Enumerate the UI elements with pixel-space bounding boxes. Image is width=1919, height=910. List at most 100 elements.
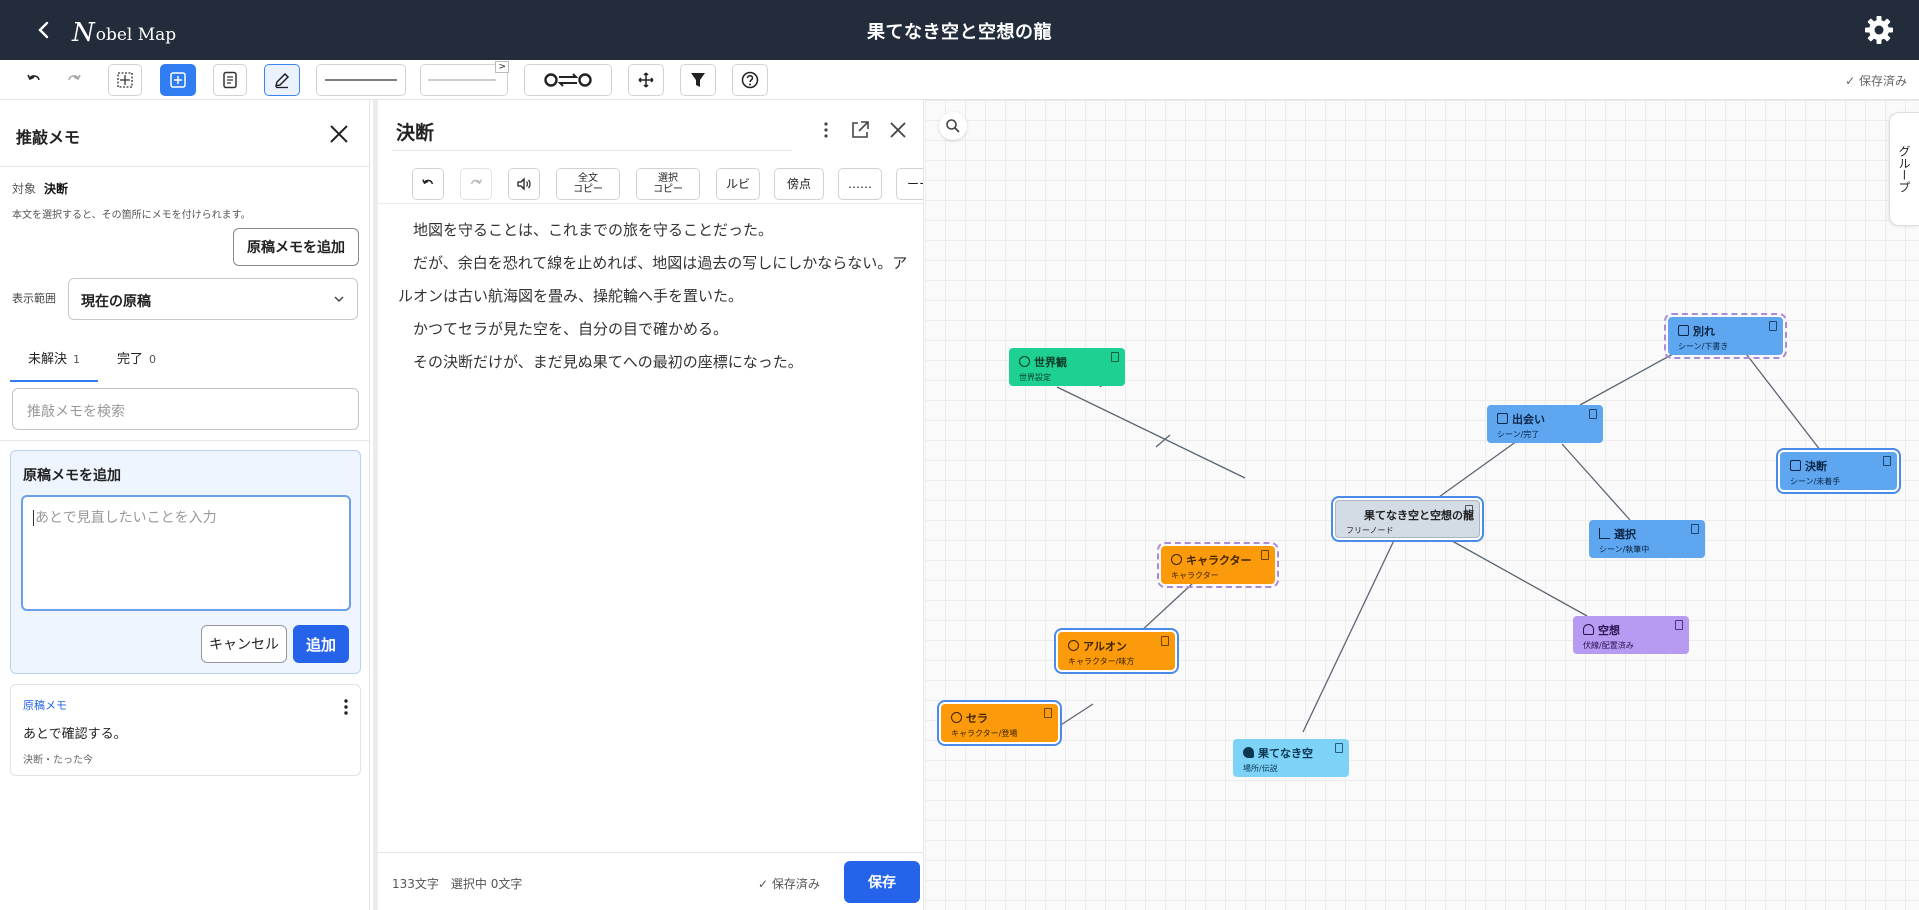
node-title: 空想 xyxy=(1583,622,1620,638)
add-manuscript-memo-button[interactable]: 原稿メモを追加 xyxy=(233,228,359,266)
save-status-text: 保存済み xyxy=(1858,74,1907,88)
note-icon xyxy=(1883,456,1891,466)
redo-button[interactable] xyxy=(58,64,90,96)
emphasis-dots-button[interactable]: 傍点 xyxy=(774,168,824,200)
node-subtitle: 伏線/配置済み xyxy=(1583,641,1634,650)
foreshadow-icon xyxy=(1583,624,1594,635)
tab-done[interactable]: 完了 0 xyxy=(117,348,177,382)
map-node-center[interactable]: 果てなき空と空想の龍 フリーノード xyxy=(1335,500,1480,538)
new-memo-placeholder: あとで見直したいことを入力 xyxy=(33,510,217,526)
node-subtitle: キャラクター/味方 xyxy=(1068,657,1135,666)
range-select[interactable]: 現在の原稿 xyxy=(68,278,358,320)
editor-save-status: ✓ 保存済み xyxy=(758,875,820,892)
save-button[interactable]: 保存 xyxy=(844,861,920,903)
divider xyxy=(0,166,370,167)
add-memo-button[interactable]: 追加 xyxy=(293,625,349,663)
tab-done-count: 0 xyxy=(149,353,157,366)
memo-panel-close-button[interactable] xyxy=(325,120,353,148)
editor-close-button[interactable] xyxy=(886,118,910,142)
note-icon xyxy=(1161,636,1169,646)
node-title: 世界観 xyxy=(1019,354,1067,370)
node-title-text: 選択 xyxy=(1614,528,1636,541)
ruby-button[interactable]: ルビ xyxy=(716,168,760,200)
open-external-button[interactable] xyxy=(848,118,872,142)
person-icon xyxy=(1171,554,1182,565)
help-button[interactable] xyxy=(732,64,768,96)
grid-layout-button[interactable] xyxy=(108,64,142,96)
read-aloud-button[interactable] xyxy=(508,168,540,200)
memo-hint: 本文を選択すると、その箇所にメモを付けられます。 xyxy=(12,210,251,221)
node-subtitle: 場所/伝説 xyxy=(1243,764,1278,773)
manuscript-paragraph: かつてセラが見た空を、自分の目で確かめる。 xyxy=(413,320,729,338)
node-title-text: 果てなき空 xyxy=(1258,747,1313,760)
map-node-arion[interactable]: アルオン キャラクター/味方 xyxy=(1058,632,1175,670)
cancel-button[interactable]: キャンセル xyxy=(201,625,287,663)
undo-button[interactable] xyxy=(18,64,50,96)
tab-unresolved[interactable]: 未解決 1 xyxy=(10,348,98,382)
map-node-wakare[interactable]: 別れ シーン/下書き xyxy=(1664,313,1787,359)
add-node-icon xyxy=(170,72,186,88)
full-copy-label-top: 全文 xyxy=(578,173,598,184)
speaker-icon xyxy=(517,177,531,191)
edge xyxy=(1302,533,1398,733)
map-node-character[interactable]: キャラクター キャラクター xyxy=(1157,542,1279,588)
save-status: ✓ 保存済み xyxy=(1845,72,1907,89)
map-node-worldview[interactable]: 世界観 世界設定 xyxy=(1009,348,1125,386)
memo-panel-title: 推敲メモ xyxy=(16,128,81,147)
node-title-text: アルオン xyxy=(1083,640,1127,653)
node-title-text: 決断 xyxy=(1805,460,1827,473)
note-icon xyxy=(1335,743,1343,753)
node-title: 別れ xyxy=(1678,323,1715,339)
edge xyxy=(1739,345,1825,456)
grid-layout-icon xyxy=(117,72,133,88)
full-copy-button[interactable]: 全文 コピー xyxy=(556,168,620,200)
map-node-hatenakisora[interactable]: 果てなき空 場所/伝説 xyxy=(1233,739,1349,777)
line-style-thin-button[interactable]: > xyxy=(420,61,509,96)
map-node-kuusou[interactable]: 空想 伏線/配置済み xyxy=(1573,616,1689,654)
memo-list-item[interactable]: 原稿メモ あとで確認する。 決断・たった今 xyxy=(10,684,361,776)
kebab-menu-icon xyxy=(344,699,348,715)
tab-unresolved-count: 1 xyxy=(73,353,81,366)
undo-icon xyxy=(27,74,40,81)
map-node-ketsudan[interactable]: 決断 シーン/未着手 xyxy=(1780,452,1897,490)
draft-icon xyxy=(1678,325,1689,336)
add-node-button[interactable] xyxy=(160,64,196,96)
document-button[interactable] xyxy=(213,64,247,96)
map-node-sentaku[interactable]: 選択 シーン/執筆中 xyxy=(1589,520,1705,558)
node-title: 果てなき空 xyxy=(1243,745,1313,761)
document-icon xyxy=(223,71,237,89)
pen-button[interactable] xyxy=(264,64,300,96)
settings-button[interactable] xyxy=(1863,14,1895,46)
line-style-solid-button[interactable] xyxy=(316,64,406,96)
new-memo-textarea[interactable]: あとで見直したいことを入力 xyxy=(21,495,351,611)
link-toggle-button[interactable] xyxy=(524,64,612,96)
map-node-sera[interactable]: セラ キャラクター/登場 xyxy=(941,704,1058,742)
selection-copy-button[interactable]: 選択 コピー xyxy=(636,168,700,200)
globe-icon xyxy=(1019,356,1030,367)
story-map-canvas[interactable]: グループ 果てなき空と空想の龍 フリーノード 世界観 世界設定 キャラクター キ… xyxy=(925,100,1919,910)
char-count: 133文字 xyxy=(392,877,439,891)
editor-toolbar: 全文コピー 選択コピー ルビ 傍点 …… ーー xyxy=(378,162,923,204)
page-title: 果てなき空と空想の龍 xyxy=(867,22,1052,43)
node-subtitle: シーン/完了 xyxy=(1497,430,1540,439)
divider xyxy=(0,440,370,441)
map-search-button[interactable] xyxy=(939,112,967,140)
manuscript-text[interactable]: 地図を守ることは、これまでの旅を守ることだった。 だが、余白を恐れて線を止めれば… xyxy=(398,214,908,379)
node-title-text: キャラクター xyxy=(1186,554,1252,567)
close-icon xyxy=(330,125,348,143)
character-count: 133文字 選択中 0文字 xyxy=(392,875,522,892)
map-node-deai[interactable]: 出会い シーン/完了 xyxy=(1487,405,1603,443)
editor-redo-button[interactable] xyxy=(460,168,492,200)
filter-button[interactable] xyxy=(680,64,716,96)
dash-button[interactable]: ーー xyxy=(896,168,923,200)
editor-more-button[interactable] xyxy=(814,118,838,142)
move-button[interactable] xyxy=(628,64,664,96)
editor-title: 決断 xyxy=(396,122,435,144)
manuscript-paragraph: その決断だけが、まだ見ぬ果てへの最初の座標になった。 xyxy=(413,353,803,371)
move-icon xyxy=(638,72,654,88)
group-panel-tab[interactable]: グループ xyxy=(1889,112,1919,226)
ellipsis-button[interactable]: …… xyxy=(838,168,882,200)
memo-search-input[interactable]: 推敲メモを検索 xyxy=(12,388,359,430)
editor-undo-button[interactable] xyxy=(412,168,444,200)
memo-menu-button[interactable] xyxy=(336,697,356,717)
